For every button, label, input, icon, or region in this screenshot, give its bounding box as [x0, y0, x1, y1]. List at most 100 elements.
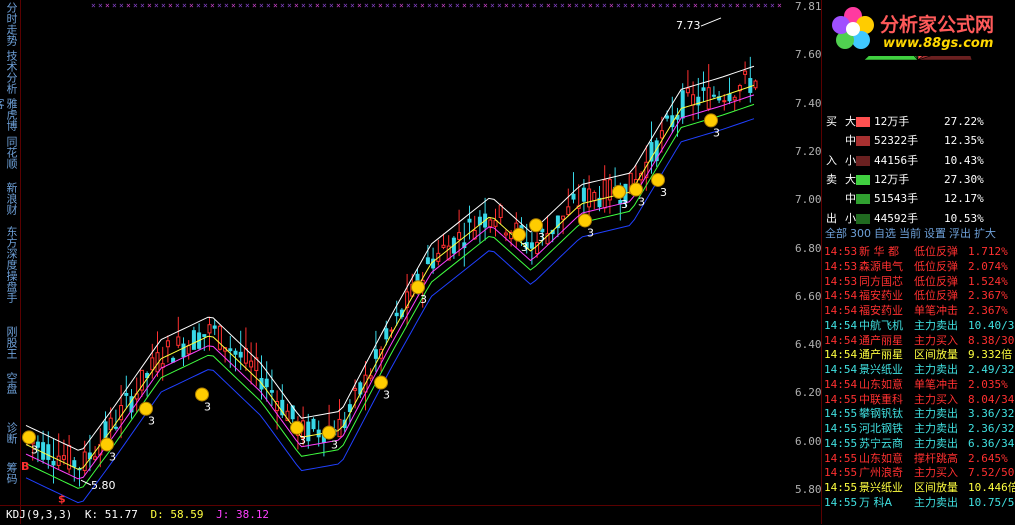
indicator-k: K: 51.77	[84, 508, 138, 521]
alert-row[interactable]: 14:53 森源电气 低位反弹 2.074%	[822, 259, 1015, 274]
toolbar-item-1[interactable]: 300	[850, 227, 871, 240]
top-marker: ×	[539, 1, 544, 10]
alert-event: 主力卖出	[914, 407, 958, 421]
top-marker: ×	[672, 1, 677, 10]
toolbar-item-4[interactable]: 设置	[924, 227, 946, 240]
candle-body	[394, 312, 399, 317]
flow-volume: 44592手	[874, 211, 919, 225]
signal-number: 3	[713, 126, 720, 139]
candle-body	[743, 70, 748, 75]
flow-color-swatch	[856, 155, 870, 166]
nav-item-2[interactable]: 雅虎博客	[0, 98, 18, 136]
candle-body	[264, 378, 269, 388]
logo-url: www.88gs.com	[883, 36, 994, 51]
candle-body	[680, 90, 685, 119]
right-panel: 分析家公式网 www.88gs.com 买大 12万手 27.22% 中 52322手 1…	[821, 0, 1015, 524]
signal-number: 3	[31, 443, 38, 456]
flow-side: 卖	[826, 172, 837, 186]
signal-number: 3	[638, 195, 645, 208]
alert-row[interactable]: 14:54 中航飞机 主力卖出 10.40/3	[822, 318, 1015, 333]
alert-row[interactable]: 14:54 福安药业 低位反弹 2.367%	[822, 288, 1015, 303]
alert-row[interactable]: 14:55 景兴纸业 区间放量 10.446倍	[822, 480, 1015, 495]
alert-row[interactable]: 14:54 山东如意 单笔冲击 2.035%	[822, 377, 1015, 392]
candle-body	[467, 218, 472, 223]
signal-number: 3	[521, 241, 528, 254]
nav-item-10[interactable]: 筹码	[0, 462, 18, 500]
alert-row[interactable]: 14:55 广州浪奇 主力买入 7.52/50	[822, 465, 1015, 480]
toolbar-item-5[interactable]: 浮出	[949, 227, 971, 240]
top-marker: ×	[616, 1, 621, 10]
alert-row[interactable]: 14:55 中联重科 主力买入 8.04/34	[822, 392, 1015, 407]
flow-side: 入	[826, 153, 837, 167]
top-marker: ×	[756, 1, 761, 10]
nav-item-8[interactable]: 空盘	[0, 372, 18, 422]
candle-body	[659, 130, 664, 139]
toolbar-item-3[interactable]: 当前	[899, 227, 921, 240]
candle-body	[165, 340, 170, 348]
signal-smiley-icon	[195, 387, 209, 402]
signal-number: 3	[587, 226, 594, 239]
nav-item-0[interactable]: 分时走势	[0, 2, 18, 50]
top-marker: ×	[553, 1, 558, 10]
alert-row[interactable]: 14:54 福安药业 单笔冲击 2.367%	[822, 303, 1015, 318]
top-marker: ×	[287, 1, 292, 10]
alert-row[interactable]: 14:54 通产丽星 区间放量 9.332倍	[822, 347, 1015, 362]
toolbar-item-6[interactable]: 扩大	[974, 227, 996, 240]
alert-stock-name: 中航飞机	[859, 318, 903, 332]
top-marker: ×	[637, 1, 642, 10]
nav-item-6[interactable]: 操盘手	[0, 270, 18, 326]
nav-item-5[interactable]: 东方深度	[0, 226, 18, 270]
top-marker: ×	[420, 1, 425, 10]
flow-size: 中	[845, 192, 856, 206]
flow-color-swatch	[856, 117, 870, 127]
alert-value: 1.712%	[968, 245, 1008, 258]
top-marker: ×	[161, 1, 166, 10]
top-marker: ×	[357, 1, 362, 10]
alert-value: 10.40/3	[968, 318, 1015, 332]
alert-row[interactable]: 14:55 山东如意 撑杆跳高 2.645%	[822, 451, 1015, 466]
alert-row[interactable]: 14:55 万 科A 主力卖出 10.75/5	[822, 495, 1015, 510]
alert-stock-name: 苏宁云商	[859, 436, 903, 450]
alert-row[interactable]: 14:54 通产丽星 主力买入 8.38/30	[822, 333, 1015, 348]
top-marker: ×	[308, 1, 313, 10]
candle-body	[571, 193, 576, 200]
alert-row[interactable]: 14:55 攀钢钒钛 主力卖出 3.36/32	[822, 406, 1015, 421]
alert-time: 14:55	[824, 422, 858, 435]
signal-smiley-icon	[629, 182, 643, 197]
top-marker: ×	[315, 1, 320, 10]
toolbar-item-2[interactable]: 自选	[874, 227, 896, 240]
top-marker: ×	[196, 1, 201, 10]
candle-body	[581, 187, 586, 202]
candle-body	[61, 455, 66, 460]
alert-time: 14:55	[824, 392, 858, 406]
indicator-bar: KDJ(9,3,3) K: 51.77 D: 58.59 J: 38.12	[0, 505, 820, 525]
nav-item-7[interactable]: 刚股王	[0, 326, 18, 372]
alert-row[interactable]: 14:55 河北钢铁 主力卖出 2.36/32	[822, 421, 1015, 436]
alert-row[interactable]: 14:55 苏宁云商 主力卖出 6.36/34	[822, 436, 1015, 451]
flow-percent: 12.17%	[944, 192, 984, 206]
toolbar-item-0[interactable]: 全部	[825, 227, 847, 240]
flow-size: 大	[845, 172, 856, 186]
site-logo: 分析家公式网 www.88gs.com	[828, 2, 1014, 58]
candle-body	[72, 460, 77, 468]
alert-time: 14:55	[824, 407, 858, 421]
candle-body	[191, 330, 196, 350]
top-marker: ×	[336, 1, 341, 10]
alert-row[interactable]: 14:54 景兴纸业 主力卖出 2.49/32	[822, 362, 1015, 377]
candle-body	[51, 460, 56, 466]
top-marker: ×	[126, 1, 131, 10]
nav-item-1[interactable]: 技术分析	[0, 50, 18, 98]
top-marker: ×	[448, 1, 453, 10]
alert-event: 低位反弹	[914, 289, 958, 303]
nav-item-9[interactable]: 诊断	[0, 422, 18, 462]
nav-item-3[interactable]: 同花顺	[0, 136, 18, 180]
flow-percent: 12.35%	[944, 134, 984, 148]
candlestick-chart[interactable]: × × × × × × × × × × × × × × × × × × × × × × × × × × × × × × × × × × × × × × × ×…	[21, 0, 816, 505]
alert-row[interactable]: 14:53 新 华 都 低位反弹 1.712%	[822, 244, 1015, 259]
nav-item-4[interactable]: 新浪财	[0, 182, 18, 226]
alert-row[interactable]: 14:53 同方国芯 低位反弹 1.524%	[822, 274, 1015, 289]
alert-time: 14:53	[824, 245, 858, 258]
indicator-name[interactable]: KDJ(9,3,3)	[6, 508, 72, 521]
alert-value: 6.36/34	[968, 436, 1015, 450]
signal-number: 3	[621, 198, 628, 211]
